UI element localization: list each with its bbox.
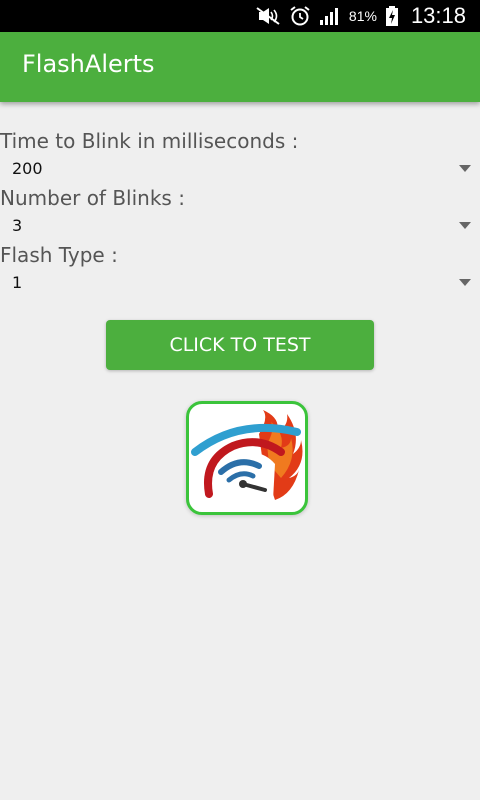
blinks-label: Number of Blinks :: [0, 186, 185, 210]
blinks-value: 3: [12, 216, 23, 235]
flash-type-label: Flash Type :: [0, 243, 118, 267]
mute-icon: [256, 7, 280, 25]
status-icons: 81% 13:18: [255, 0, 466, 32]
status-bar: 81% 13:18: [0, 0, 480, 32]
app-bar: FlashAlerts: [0, 32, 480, 102]
click-to-test-button[interactable]: CLICK TO TEST: [106, 320, 374, 370]
blinks-spinner[interactable]: 3: [0, 211, 480, 241]
dropdown-arrow-icon: [459, 165, 471, 172]
flash-type-value: 1: [12, 273, 23, 292]
dropdown-arrow-icon: [459, 222, 471, 229]
battery-percent: 81%: [348, 8, 377, 24]
app-logo: [186, 401, 308, 515]
flash-speedometer-logo-icon: [191, 410, 303, 500]
dropdown-arrow-icon: [459, 279, 471, 286]
blink-time-value: 200: [12, 159, 43, 178]
battery-charging-icon: [385, 6, 398, 26]
signal-icon: [319, 8, 338, 25]
app-title: FlashAlerts: [22, 50, 155, 78]
status-time: 13:18: [410, 3, 466, 28]
flash-type-spinner[interactable]: 1: [0, 268, 480, 298]
blink-time-spinner[interactable]: 200: [0, 154, 480, 184]
blink-time-label: Time to Blink in milliseconds :: [0, 129, 299, 153]
alarm-icon: [290, 6, 310, 26]
